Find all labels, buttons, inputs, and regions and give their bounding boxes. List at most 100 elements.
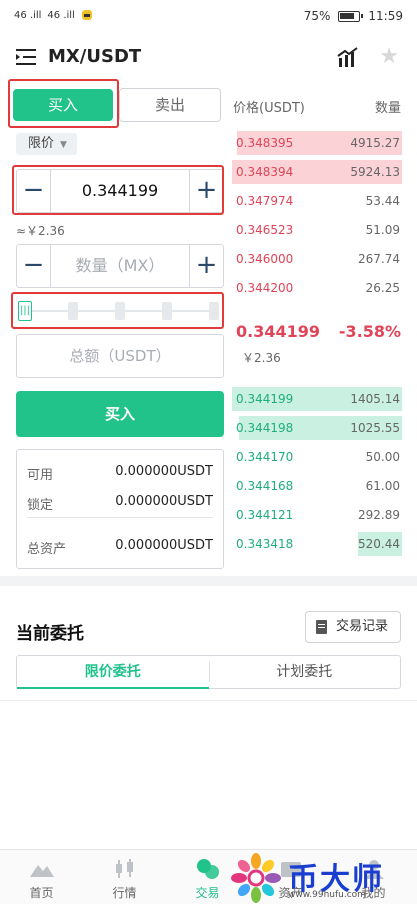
amount-plus-button[interactable]: + [189, 245, 223, 287]
price-minus-button[interactable]: − [17, 170, 51, 212]
ask-row[interactable]: 0.346523 51.09 [232, 218, 402, 242]
current-orders-title: 当前委托 [16, 624, 84, 644]
section-divider [0, 576, 417, 586]
bid-row[interactable]: 0.343418 520.44 [232, 532, 402, 556]
bid-qty: 520.44 [358, 537, 400, 551]
bid-qty: 50.00 [365, 450, 400, 464]
pair-title[interactable]: MX/USDT [48, 46, 141, 67]
ask-row[interactable]: 0.348395 4915.27 [232, 131, 402, 155]
bid-row[interactable]: 0.344121 292.89 [232, 503, 402, 527]
favorite-star-icon[interactable]: ★ [379, 44, 399, 69]
bid-row[interactable]: 0.344170 50.00 [232, 445, 402, 469]
balance-locked-row: 锁定 0.000000USDT [27, 494, 213, 513]
price-stepper: − 0.344199 + [16, 169, 224, 213]
header: MX/USDT ★ [0, 34, 417, 80]
nav-label: 行情 [112, 886, 137, 900]
signal-icon: 46 .ill [14, 9, 42, 21]
battery-percent: 75% [303, 9, 331, 23]
ask-price: 0.346523 [236, 223, 294, 237]
last-price-cny: ￥2.36 [242, 351, 281, 365]
ask-row[interactable]: 0.344200 26.25 [232, 276, 402, 300]
bid-qty: 1025.55 [350, 421, 400, 435]
ask-row[interactable]: 0.346000 267.74 [232, 247, 402, 271]
ask-price: 0.348395 [236, 136, 294, 150]
price-input[interactable]: 0.344199 [51, 170, 189, 212]
bid-row[interactable]: 0.344168 61.00 [232, 474, 402, 498]
bid-price: 0.344168 [236, 479, 294, 493]
ask-price: 0.344200 [236, 281, 294, 295]
ask-qty: 4915.27 [350, 136, 400, 150]
ask-row[interactable]: 0.347974 53.44 [232, 189, 402, 213]
flower-logo-icon [231, 853, 281, 903]
amount-minus-button[interactable]: − [17, 245, 51, 287]
last-price[interactable]: 0.344199 [236, 322, 320, 341]
approx-cny: ≈￥2.36 [16, 224, 65, 238]
amount-stepper: − 数量（MX） + [16, 244, 224, 288]
balance-label: 总资产 [27, 542, 67, 557]
divider [0, 700, 417, 701]
status-bar: 46 .ill 46 .ill 75% 11:59 [0, 0, 417, 34]
slider-handle[interactable]: ||| [18, 301, 32, 321]
document-icon [316, 620, 327, 634]
balance-total-row: 总资产 0.000000USDT [27, 538, 213, 557]
price-plus-button[interactable]: + [189, 170, 223, 212]
ask-price: 0.347974 [236, 194, 294, 208]
ask-qty: 53.44 [365, 194, 400, 208]
clock: 11:59 [368, 9, 403, 23]
price-change: -3.58% [338, 322, 401, 341]
order-type-select[interactable]: 限价 ▼ [16, 133, 77, 155]
ask-row[interactable]: 0.348394 5924.13 [232, 160, 402, 184]
trade-history-label: 交易记录 [336, 619, 389, 634]
chart-icon[interactable] [337, 46, 359, 68]
ask-price: 0.346000 [236, 252, 294, 266]
balance-panel: 可用 0.000000USDT 锁定 0.000000USDT 总资产 0.00… [16, 449, 224, 569]
order-type-label: 限价 [28, 136, 55, 151]
menu-icon[interactable] [16, 48, 36, 66]
watermark-url: www.99hufu.com [288, 890, 366, 900]
nav-markets[interactable]: 行情 [83, 850, 166, 905]
bid-price: 0.344198 [236, 421, 294, 435]
nav-label: 首页 [29, 886, 54, 900]
trade-history-button[interactable]: 交易记录 [305, 611, 401, 643]
orderbook-price-header: 价格(USDT) [233, 101, 305, 116]
battery-icon [338, 10, 364, 22]
ask-price: 0.348394 [236, 165, 294, 179]
total-input[interactable]: 总额（USDT） [16, 334, 224, 378]
signal-icon-2: 46 .ill [47, 9, 75, 21]
balance-value: 0.000000USDT [115, 538, 213, 553]
orderbook-qty-header: 数量 [374, 101, 401, 116]
balance-label: 锁定 [27, 498, 54, 513]
balance-value: 0.000000USDT [115, 494, 213, 509]
balance-value: 0.000000USDT [115, 464, 213, 479]
tab-sell[interactable]: 卖出 [119, 88, 221, 122]
watermark: 币大师 www.99hufu.com [228, 852, 417, 904]
bid-qty: 1405.14 [350, 392, 400, 406]
amount-input[interactable]: 数量（MX） [51, 245, 189, 287]
slider-node-50[interactable] [115, 302, 125, 320]
ask-qty: 267.74 [358, 252, 400, 266]
slider-node-100[interactable] [209, 302, 219, 320]
ask-qty: 26.25 [365, 281, 400, 295]
app-notification-icon [81, 10, 92, 20]
tab-plan-orders[interactable]: 计划委托 [209, 656, 401, 688]
bid-row[interactable]: 0.344198 1025.55 [232, 416, 402, 440]
ask-qty: 5924.13 [350, 165, 400, 179]
order-tabs: 限价委托 计划委托 [16, 655, 401, 689]
slider-node-75[interactable] [162, 302, 172, 320]
balance-label: 可用 [27, 468, 54, 483]
bid-price: 0.344199 [236, 392, 294, 406]
nav-home[interactable]: 首页 [0, 850, 83, 905]
slider-node-25[interactable] [68, 302, 78, 320]
bid-row[interactable]: 0.344199 1405.14 [232, 387, 402, 411]
amount-slider[interactable]: ||| [16, 297, 222, 325]
divider [27, 517, 213, 518]
trade-icon [196, 859, 219, 879]
tab-buy[interactable]: 买入 [13, 89, 113, 121]
buy-button[interactable]: 买入 [16, 391, 224, 437]
bid-price: 0.344170 [236, 450, 294, 464]
bid-qty: 61.00 [365, 479, 400, 493]
tab-limit-orders[interactable]: 限价委托 [17, 656, 209, 688]
tab-underline [17, 687, 209, 689]
balance-available-row: 可用 0.000000USDT [27, 464, 213, 483]
bid-qty: 292.89 [358, 508, 400, 522]
